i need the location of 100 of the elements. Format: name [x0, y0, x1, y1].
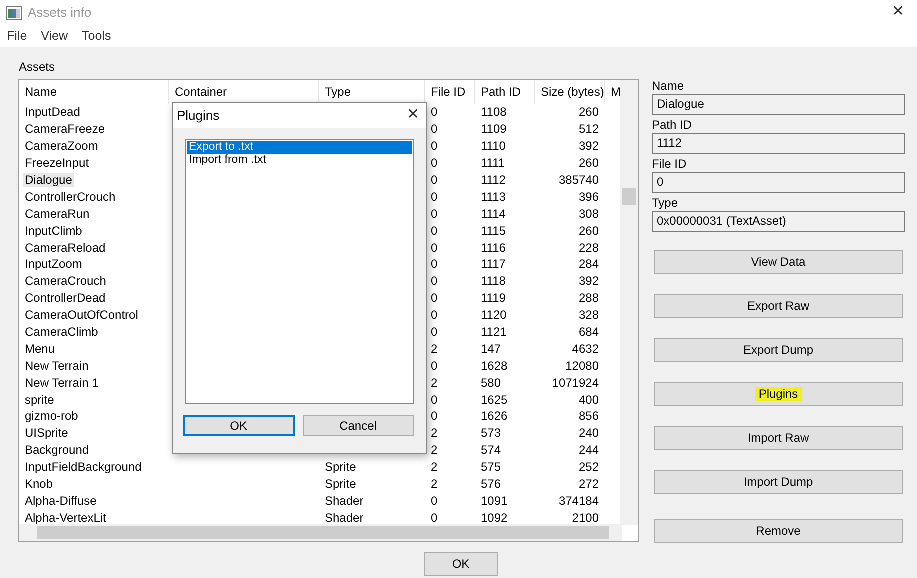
- scrollbar-thumb[interactable]: [622, 188, 636, 205]
- table-cell: 1117: [481, 257, 506, 272]
- list-item[interactable]: Import from .txt: [187, 154, 412, 167]
- table-cell[interactable]: CameraCrouch: [23, 274, 108, 288]
- table-cell: 240: [578, 426, 599, 440]
- field-label: Name: [652, 79, 686, 93]
- table-cell: 0: [431, 392, 438, 407]
- table-cell: 1109: [481, 122, 507, 136]
- table-cell: 1108: [481, 105, 507, 120]
- dialog-button[interactable]: OK: [183, 415, 294, 436]
- table-cell: 2: [431, 460, 438, 474]
- table-cell[interactable]: New Terrain: [23, 358, 91, 373]
- table-cell: Sprite: [325, 477, 356, 492]
- table-cell: 1112: [481, 173, 506, 188]
- table-cell: 284: [578, 257, 599, 272]
- table-cell: 12080: [566, 358, 599, 373]
- list-item[interactable]: Export to .txt: [187, 141, 412, 154]
- action-button[interactable]: Remove: [654, 519, 903, 543]
- text-field[interactable]: 1112: [652, 133, 905, 154]
- table-cell[interactable]: gizmo-rob: [23, 409, 80, 424]
- field-label: Path ID: [652, 118, 694, 132]
- table-cell: 260: [578, 105, 599, 120]
- action-button[interactable]: Export Raw: [654, 294, 903, 318]
- table-cell: 1092: [481, 510, 508, 525]
- table-cell: 1113: [481, 190, 506, 204]
- table-cell[interactable]: CameraRun: [23, 206, 92, 221]
- table-cell: 0: [431, 308, 438, 322]
- menu-item[interactable]: File: [0, 26, 34, 46]
- table-cell[interactable]: Alpha-VertexLit: [23, 510, 108, 525]
- table-cell: 0: [431, 494, 438, 508]
- table-cell[interactable]: InputZoom: [23, 257, 84, 272]
- table-cell: 396: [578, 190, 599, 204]
- table-cell: 1116: [481, 240, 506, 255]
- table-cell[interactable]: Knob: [23, 477, 56, 492]
- menu-item[interactable]: Tools: [75, 26, 118, 46]
- table-cell[interactable]: CameraClimb: [23, 325, 100, 340]
- text-field[interactable]: 0: [652, 172, 905, 193]
- action-button[interactable]: Import Dump: [654, 470, 903, 494]
- table-cell: 573: [481, 426, 502, 440]
- table-cell[interactable]: CameraReload: [23, 240, 108, 255]
- table-cell: 0: [431, 190, 438, 204]
- column-header[interactable]: Size (bytes): [535, 80, 605, 104]
- table-cell[interactable]: sprite: [23, 392, 56, 407]
- table-cell: 374184: [558, 494, 599, 508]
- table-cell: 576: [481, 477, 502, 492]
- ok-button[interactable]: OK: [424, 552, 498, 576]
- table-cell: 0: [431, 510, 438, 525]
- table-cell: 856: [578, 409, 599, 424]
- action-button[interactable]: Plugins: [654, 382, 903, 406]
- table-cell: 512: [578, 122, 599, 136]
- table-cell[interactable]: Dialogue: [23, 173, 74, 188]
- table-cell: Shader: [325, 494, 364, 508]
- table-cell: 2: [431, 426, 438, 440]
- table-cell[interactable]: UISprite: [23, 426, 70, 440]
- table-cell[interactable]: CameraOutOfControl: [23, 308, 140, 322]
- action-button[interactable]: View Data: [654, 250, 903, 274]
- text-field[interactable]: Dialogue: [652, 94, 905, 115]
- action-button[interactable]: Export Dump: [654, 338, 903, 362]
- text-field[interactable]: 0x00000031 (TextAsset): [652, 211, 905, 232]
- table-cell[interactable]: InputFieldBackground: [23, 460, 144, 474]
- table-cell[interactable]: Alpha-Diffuse: [23, 494, 99, 508]
- menu-item[interactable]: View: [34, 26, 76, 46]
- table-cell: 2: [431, 443, 438, 458]
- horizontal-scrollbar[interactable]: [19, 524, 622, 541]
- table-cell: 0: [431, 122, 438, 136]
- app-icon: [6, 6, 22, 20]
- table-cell[interactable]: Background: [23, 443, 92, 458]
- table-cell: 1628: [481, 358, 508, 373]
- column-header[interactable]: Name: [19, 80, 169, 104]
- table-cell[interactable]: ControllerCrouch: [23, 190, 118, 204]
- table-cell: 0: [431, 105, 438, 120]
- table-cell: 228: [578, 240, 599, 255]
- table-cell[interactable]: New Terrain 1: [23, 376, 101, 390]
- vertical-scrollbar[interactable]: [620, 80, 638, 525]
- table-cell: 1121: [481, 325, 507, 340]
- table-cell[interactable]: CameraFreeze: [23, 122, 108, 136]
- table-cell: 1110: [481, 139, 506, 154]
- table-cell: 385740: [558, 173, 599, 188]
- table-cell: 1115: [481, 224, 506, 238]
- table-cell: 2: [431, 376, 438, 390]
- table-cell[interactable]: Menu: [23, 342, 58, 356]
- action-button[interactable]: Import Raw: [654, 426, 903, 450]
- scrollbar-thumb[interactable]: [37, 526, 609, 539]
- table-cell[interactable]: InputDead: [23, 105, 82, 120]
- table-cell: 0: [431, 173, 438, 188]
- dialog-button[interactable]: Cancel: [302, 415, 414, 436]
- table-cell: 252: [578, 460, 599, 474]
- column-header[interactable]: Path ID: [475, 80, 535, 104]
- table-cell: 2: [431, 342, 438, 356]
- close-button[interactable]: ✕: [886, 1, 911, 24]
- table-cell[interactable]: CameraZoom: [23, 139, 100, 154]
- close-button[interactable]: ✕: [401, 104, 426, 127]
- table-cell[interactable]: ControllerDead: [23, 291, 108, 306]
- table-cell: 328: [578, 308, 599, 322]
- table-cell: Shader: [325, 510, 364, 525]
- table-cell: 244: [578, 443, 599, 458]
- table-cell: Sprite: [325, 460, 356, 474]
- table-cell: 1120: [481, 308, 507, 322]
- table-cell[interactable]: FreezeInput: [23, 156, 92, 170]
- table-cell[interactable]: InputClimb: [23, 224, 84, 238]
